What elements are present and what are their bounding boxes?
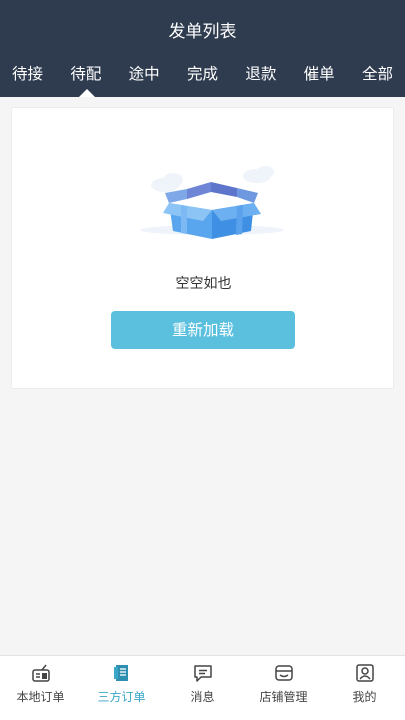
nav-message[interactable]: 消息 [162, 656, 243, 720]
tab-in-transit[interactable]: 途中 [129, 62, 160, 88]
empty-state-card: 空空如也 重新加载 [11, 107, 394, 389]
profile-icon [355, 664, 374, 682]
nav-label-third-party-order: 三方订单 [97, 690, 146, 704]
store-manage-icon [274, 665, 293, 681]
nav-store-manage[interactable]: 店铺管理 [243, 656, 324, 720]
tab-refund[interactable]: 退款 [245, 62, 276, 88]
tab-completed[interactable]: 完成 [187, 62, 218, 88]
nav-third-party-order[interactable]: 三方订单 [81, 656, 162, 720]
status-tabs: 待接 待配 途中 完成 退款 催单 全部 [0, 62, 405, 88]
tab-pending-accept[interactable]: 待接 [12, 62, 43, 88]
empty-box-illustration [140, 166, 284, 239]
active-tab-indicator [79, 89, 95, 97]
nav-label-store-manage: 店铺管理 [259, 690, 308, 704]
nav-label-message: 消息 [190, 690, 215, 704]
nav-label-local-order: 本地订单 [16, 690, 65, 704]
empty-message: 空空如也 [175, 276, 232, 292]
nav-label-profile: 我的 [352, 690, 377, 704]
reload-button[interactable]: 重新加载 [111, 311, 295, 349]
nav-local-order[interactable]: 本地订单 [0, 656, 81, 720]
nav-profile[interactable]: 我的 [324, 656, 405, 720]
tab-all[interactable]: 全部 [362, 62, 393, 88]
app-header: 发单列表 待接 待配 途中 完成 退款 催单 全部 [0, 0, 405, 97]
tab-pending-delivery[interactable]: 待配 [70, 62, 101, 88]
tab-reminder[interactable]: 催单 [304, 62, 335, 88]
page-title: 发单列表 [168, 22, 237, 42]
third-party-order-icon [113, 665, 128, 681]
bottom-navigation: 本地订单 三方订单 消息 店铺管理 我的 [0, 655, 405, 720]
local-order-icon [31, 664, 50, 682]
message-icon [193, 665, 212, 682]
